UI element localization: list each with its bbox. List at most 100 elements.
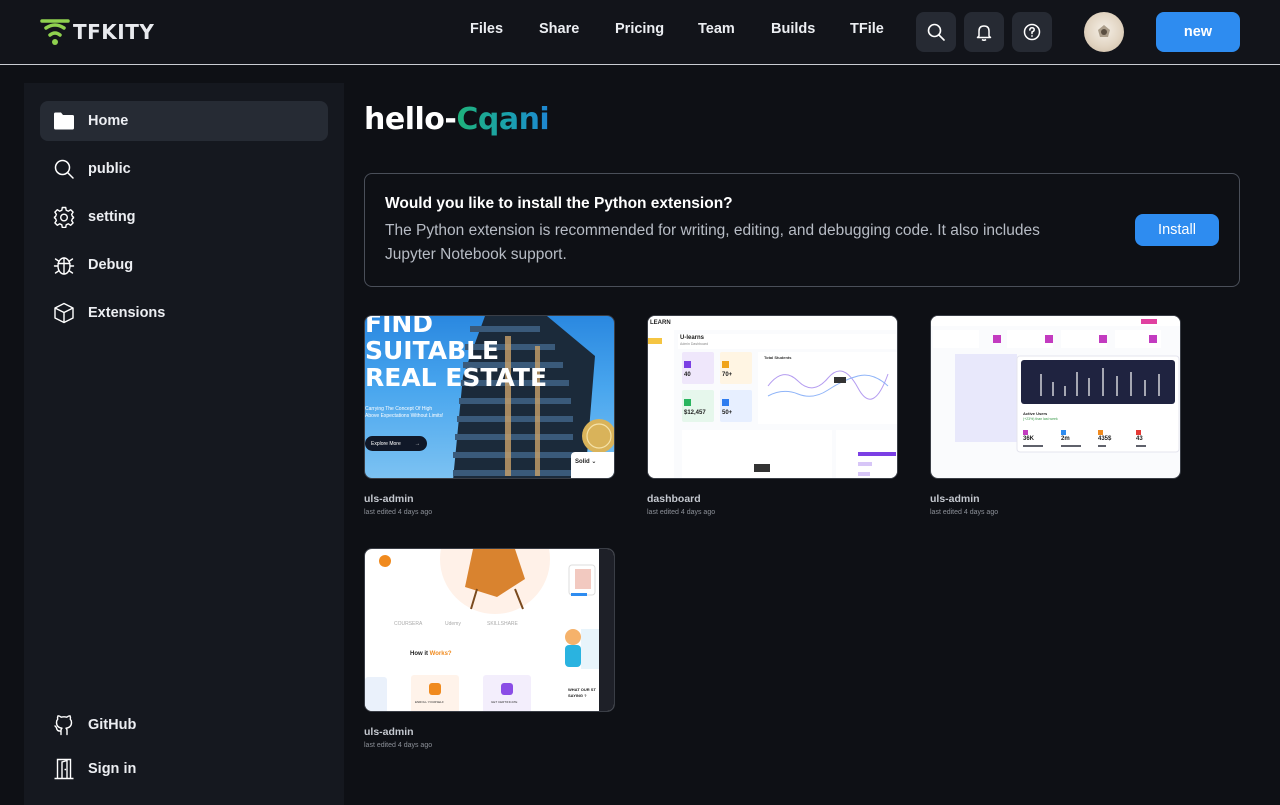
sidebar-item-label: Sign in — [88, 761, 137, 777]
search-button[interactable] — [916, 12, 956, 52]
nav-files[interactable]: Files — [470, 21, 503, 37]
page-title-prefix: hello- — [364, 102, 457, 137]
project-name: uls-admin — [930, 493, 980, 505]
github-icon — [52, 713, 76, 737]
project-card[interactable]: FIND SUITABLE REAL ESTATE Carrying The C… — [364, 315, 615, 516]
page-title: hello-Cqani — [364, 102, 550, 137]
sidebar-item-label: GitHub — [88, 717, 137, 733]
sidebar-item-public[interactable]: public — [40, 149, 328, 189]
stat-value: 2m — [1061, 436, 1070, 442]
hero-line-1: FIND — [365, 315, 434, 338]
banner-body: The Python extension is recommended for … — [385, 222, 1040, 263]
stat-value: $12,457 — [684, 410, 706, 416]
sidebar-item-extensions[interactable]: Extensions — [40, 293, 328, 333]
chart-title: Total Students — [764, 355, 792, 360]
help-icon — [1023, 23, 1041, 41]
project-last-edited: last edited 4 days ago — [647, 509, 716, 516]
top-header: TFKITY Files Share Pricing Team Builds T… — [0, 0, 1280, 65]
nav-team[interactable]: Team — [698, 21, 735, 37]
sidebar: Home public setting Debug Extensions Git… — [24, 83, 344, 805]
how-accent: Works? — [429, 651, 452, 657]
nav-pricing[interactable]: Pricing — [615, 21, 664, 37]
panel-title: Active Users — [1023, 411, 1048, 416]
nav-builds[interactable]: Builds — [771, 21, 815, 37]
project-name: uls-admin — [364, 493, 414, 505]
hero-line-2: SUITABLE — [365, 336, 500, 365]
arrow-right-icon: → — [414, 440, 420, 447]
bell-icon — [976, 25, 992, 41]
project-name: uls-admin — [364, 726, 414, 738]
partner-logo: COURSERA — [394, 621, 423, 627]
hero-subtitle-line-2: Above Expectations Without Limits! — [365, 413, 444, 419]
dashboard-brand: LEARN — [650, 320, 671, 326]
testimonial-heading: WHAT OUR ST SAYING ? — [568, 687, 596, 698]
project-last-edited: last edited 4 days ago — [364, 742, 433, 749]
explore-label: Explore More — [371, 440, 401, 447]
sidebar-item-github[interactable]: GitHub — [40, 705, 328, 745]
partner-logo: SKILLSHARE — [487, 621, 518, 627]
step-label: ENROLL YOURSELF — [415, 700, 444, 704]
hero-subtitle-line-1: Carrying The Concept Of High — [365, 406, 433, 412]
bug-icon — [52, 253, 76, 277]
stat-value: 70+ — [722, 372, 733, 378]
project-last-edited: last edited 4 days ago — [930, 509, 999, 516]
stat-value: 40 — [684, 372, 691, 378]
dashboard-sub: Admin Dashboard — [680, 342, 709, 346]
banner-title: Would you like to install the Python ext… — [385, 195, 733, 212]
hero-subtitle: Carrying The Concept Of High Above Expec… — [365, 406, 443, 420]
extension-banner: Would you like to install the Python ext… — [364, 173, 1240, 287]
help-button[interactable] — [1012, 12, 1052, 52]
avatar[interactable] — [1084, 12, 1124, 52]
sidebar-item-label: public — [88, 161, 131, 177]
solid-badge: Solid ⌄ — [571, 452, 614, 478]
project-thumbnail: COURSERA Udemy SKILLSHARE How it Works? … — [364, 548, 615, 712]
cube-icon — [52, 301, 76, 325]
notifications-button[interactable] — [964, 12, 1004, 52]
avatar-image — [1098, 25, 1110, 37]
page-title-username: Cqani — [456, 102, 550, 137]
stat-value: 36K — [1023, 436, 1035, 442]
step-label: GET CERTIFICATE — [491, 700, 518, 704]
logo[interactable]: TFKITY — [40, 17, 154, 47]
chevron-down-icon: ⌄ — [591, 459, 597, 465]
sidebar-item-label: Extensions — [88, 305, 166, 321]
project-card[interactable]: LEARN U-learns Admin Dashboard Total Stu… — [647, 315, 898, 516]
stat-value: 43 — [1136, 436, 1143, 442]
gear-icon — [52, 205, 76, 229]
project-thumbnail: LEARN U-learns Admin Dashboard Total Stu… — [647, 315, 898, 479]
sidebar-item-debug[interactable]: Debug — [40, 245, 328, 285]
search-icon — [52, 157, 76, 181]
sidebar-item-sign-in[interactable]: Sign in — [40, 749, 328, 789]
project-thumbnail: Active Users (+23%) than last week 36K 2… — [930, 315, 1181, 479]
door-icon — [52, 757, 76, 781]
sidebar-item-home[interactable]: Home — [40, 101, 328, 141]
sidebar-item-setting[interactable]: setting — [40, 197, 328, 237]
logo-text: TFKITY — [73, 20, 155, 44]
folder-icon — [52, 109, 76, 133]
wifi-logo-icon — [40, 19, 70, 45]
stat-value: 50+ — [722, 410, 733, 416]
explore-button: Explore More → — [365, 436, 427, 451]
sidebar-item-label: Debug — [88, 257, 134, 273]
search-icon — [927, 23, 945, 41]
project-card[interactable]: COURSERA Udemy SKILLSHARE How it Works? … — [364, 548, 615, 749]
dashboard-heading: U-learns — [680, 335, 705, 341]
project-thumbnail: FIND SUITABLE REAL ESTATE Carrying The C… — [364, 315, 615, 479]
how-prefix: How it — [410, 651, 430, 657]
hero-line-3: REAL ESTATE — [365, 363, 548, 392]
partner-logo: Udemy — [445, 621, 461, 627]
project-name: dashboard — [647, 493, 701, 505]
sidebar-item-label: Home — [88, 113, 129, 129]
new-button[interactable]: new — [1156, 12, 1240, 52]
nav-tfile[interactable]: TFile — [850, 21, 884, 37]
project-last-edited: last edited 4 days ago — [364, 509, 433, 516]
nav-share[interactable]: Share — [539, 21, 579, 37]
solid-label: Solid — [575, 459, 590, 465]
sidebar-item-label: setting — [88, 209, 136, 225]
admin-preview — [931, 316, 1180, 453]
how-it-works-title: How it Works? — [410, 651, 452, 657]
project-card[interactable]: Active Users (+23%) than last week 36K 2… — [930, 315, 1181, 516]
panel-sub: (+23%) than last week — [1023, 417, 1058, 421]
install-button[interactable]: Install — [1135, 214, 1219, 246]
stat-value: 435$ — [1098, 436, 1112, 442]
